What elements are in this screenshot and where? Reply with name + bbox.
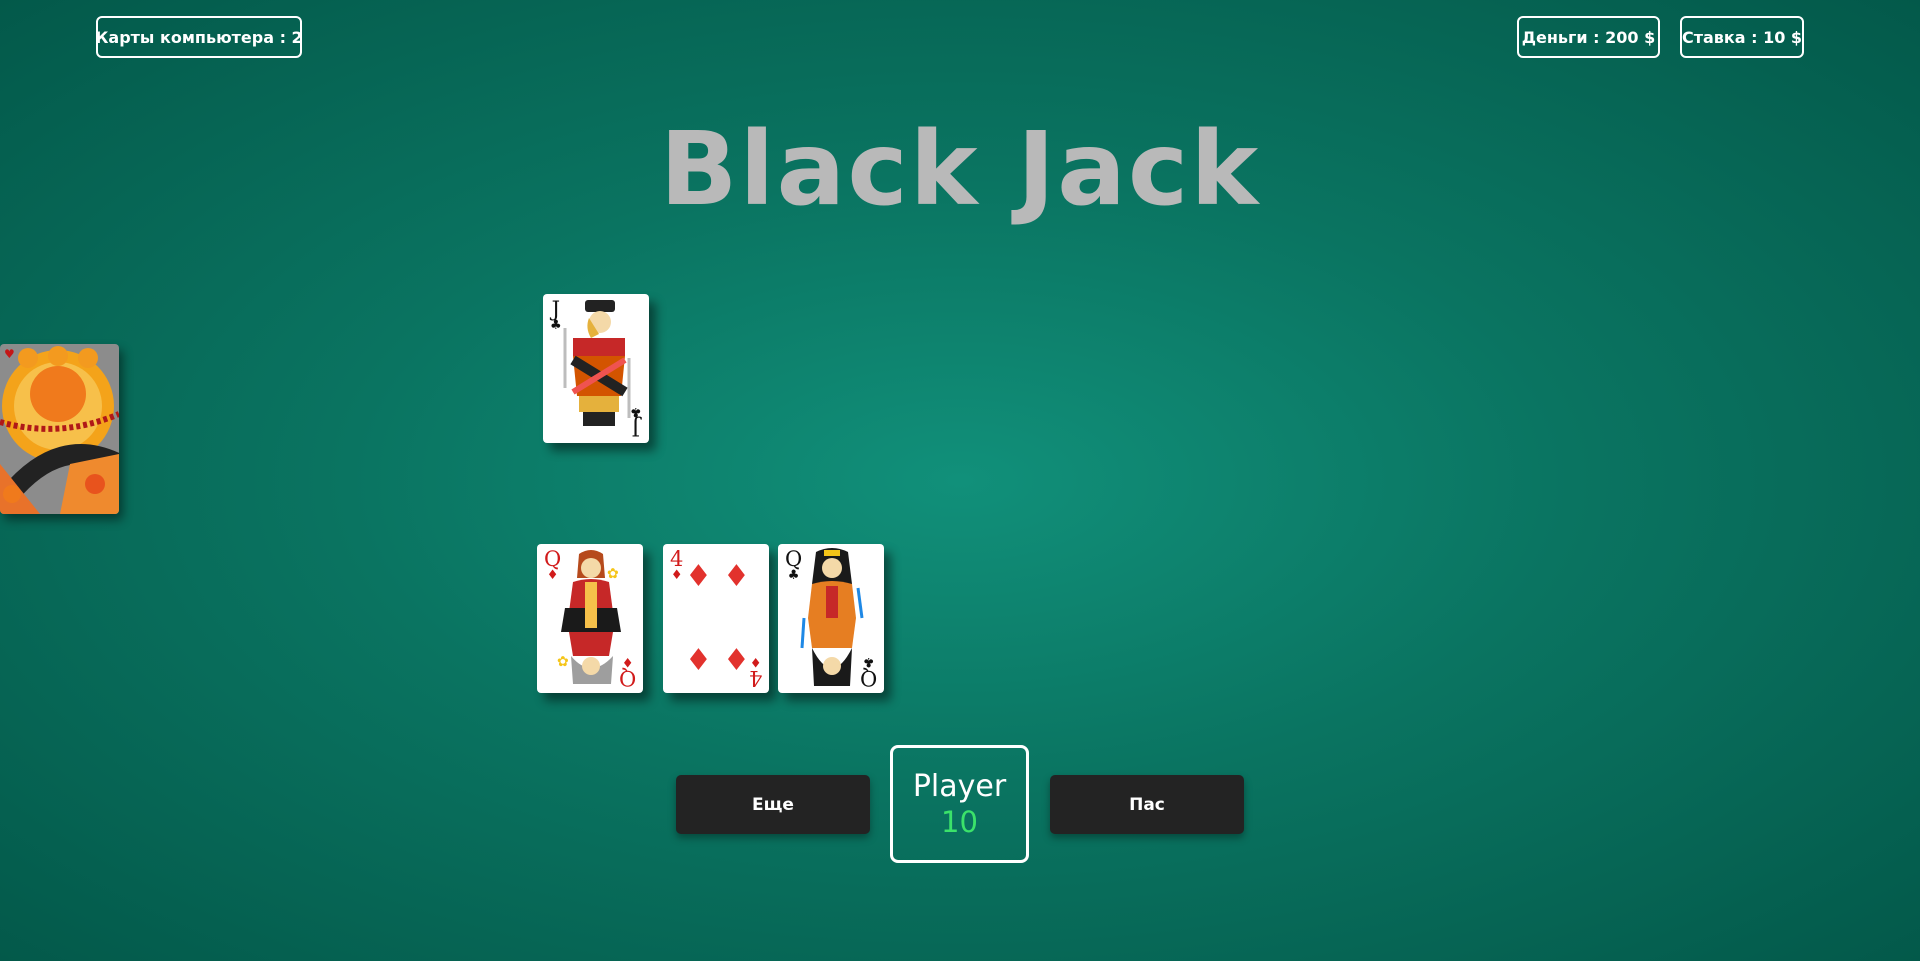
player-card: 4 ♦ ♦ ♦ ♦ ♦ 4 ♦ xyxy=(663,544,769,693)
card-back-pattern-icon: ♥ xyxy=(0,344,119,514)
dealer-card: J ♣ J ♣ xyxy=(543,294,649,443)
money-counter: Деньги : 200 $ xyxy=(1517,16,1660,58)
card-rank-corner: 4 ♦ xyxy=(748,654,762,690)
money-label: Деньги : 200 $ xyxy=(1521,27,1656,47)
computer-cards-label: Карты компьютера : 2 xyxy=(95,27,303,47)
player-score-panel: Player 10 xyxy=(890,745,1029,863)
svg-text:✿: ✿ xyxy=(607,566,619,582)
diamond-pip-icon: ♦ xyxy=(685,643,712,678)
hit-button[interactable]: Еще xyxy=(676,775,870,834)
stand-button[interactable]: Пас xyxy=(1050,775,1244,834)
game-title: Black Jack xyxy=(659,110,1261,229)
svg-text:♥: ♥ xyxy=(4,347,15,361)
card-rank-corner: Q ♦ xyxy=(618,654,636,690)
player-name: Player xyxy=(912,769,1007,804)
player-card: Q ♣ Q ♣ xyxy=(778,544,884,693)
jack-figure-icon xyxy=(563,300,631,426)
player-score: 10 xyxy=(941,805,978,839)
player-card: Q ♦ ✿ ✿ Q ♦ xyxy=(537,544,643,693)
card-deck[interactable]: ♥ xyxy=(0,344,119,514)
diamond-pip-icon: ♦ xyxy=(685,559,712,594)
svg-text:✿: ✿ xyxy=(557,654,569,670)
bet-label: Ставка : 10 $ xyxy=(1681,27,1803,47)
diamond-pip-icon: ♦ xyxy=(723,643,750,678)
card-rank-corner: Q ♣ xyxy=(859,654,877,690)
card-rank-corner: J ♣ xyxy=(630,404,642,440)
card-rank-corner: 4 ♦ xyxy=(670,547,684,583)
diamond-pip-icon: ♦ xyxy=(723,559,750,594)
bet-counter: Ставка : 10 $ xyxy=(1680,16,1804,58)
computer-cards-counter: Карты компьютера : 2 xyxy=(95,16,303,58)
